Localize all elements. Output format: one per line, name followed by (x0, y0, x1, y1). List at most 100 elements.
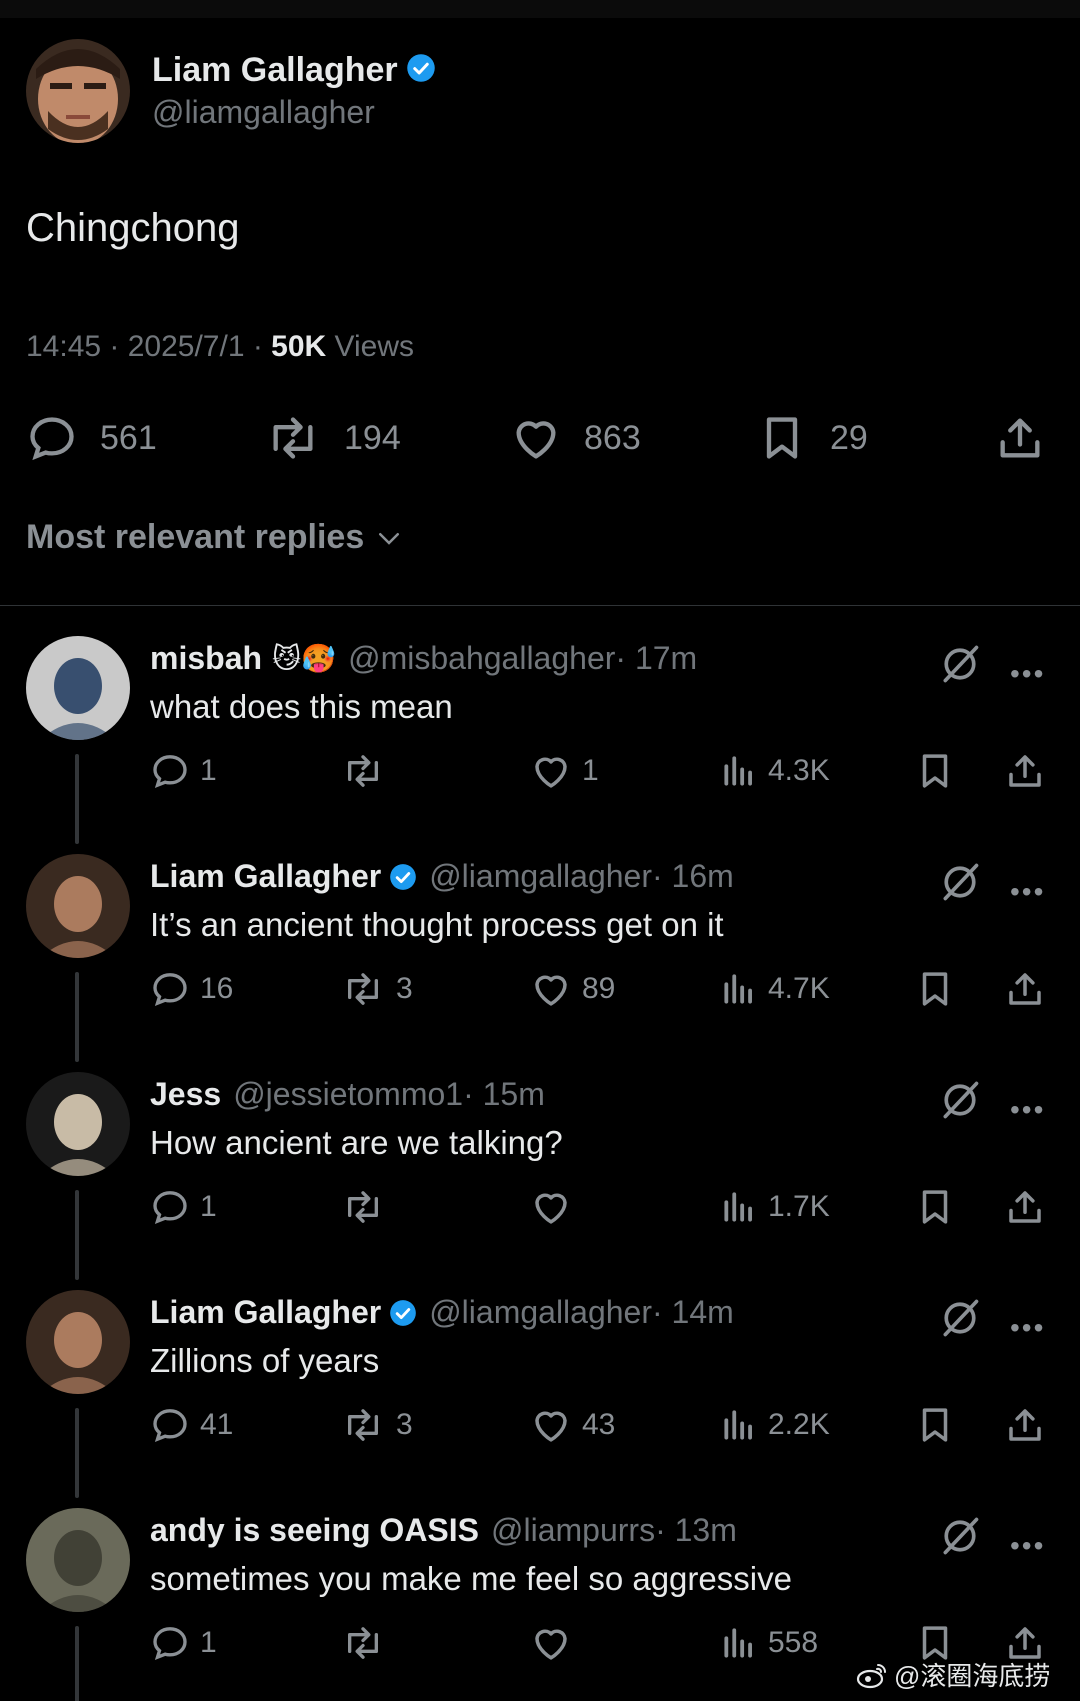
divider (0, 605, 1080, 606)
reply-author-name[interactable]: misbah (150, 640, 262, 677)
reply-author-handle[interactable]: @liamgallagher (429, 858, 652, 895)
repost-button[interactable]: 194 (264, 408, 401, 468)
reply-button[interactable]: 16 (150, 966, 233, 1012)
like-button[interactable]: 89 (530, 966, 615, 1012)
reply-count: 41 (200, 1408, 234, 1441)
more-icon[interactable]: ••• (1010, 1094, 1045, 1126)
like-count: 43 (582, 1408, 616, 1441)
bookmark-button[interactable] (914, 748, 956, 794)
reply-time[interactable]: · 17m (615, 640, 697, 677)
avatar[interactable] (26, 1072, 130, 1176)
reply-button[interactable]: 1 (150, 1620, 217, 1666)
reply-author-handle[interactable]: @misbahgallagher (348, 640, 615, 677)
share-button[interactable] (1004, 1402, 1046, 1448)
reply-button[interactable]: 561 (26, 408, 157, 468)
like-button[interactable] (530, 1184, 582, 1230)
repost-button[interactable]: 3 (340, 1402, 413, 1448)
views-count: 1.7K (768, 1190, 830, 1223)
like-icon (530, 1404, 572, 1446)
views-button[interactable]: 4.7K (720, 966, 830, 1012)
like-button[interactable]: 43 (530, 1402, 615, 1448)
reply-author-name[interactable]: Liam Gallagher (150, 1294, 381, 1331)
name-emoji: 😼🥵 (272, 643, 337, 674)
bookmark-button[interactable]: 29 (756, 408, 868, 468)
avatar[interactable] (26, 1290, 130, 1394)
reply-time[interactable]: · 16m (652, 858, 734, 895)
like-icon (530, 968, 572, 1010)
reply-count: 1 (200, 1626, 217, 1659)
status-strip (0, 0, 1080, 18)
reply-item[interactable]: Liam Gallagher @liamgallagher · 16m It’s a… (0, 854, 1080, 1072)
reply-text: what does this mean (150, 688, 453, 725)
avatar[interactable] (26, 39, 130, 143)
views-count: 50K (271, 330, 327, 363)
avatar[interactable] (26, 1508, 130, 1612)
reply-count: 1 (200, 1190, 217, 1223)
tweet-text: Chingchong (26, 206, 240, 250)
repost-icon (340, 969, 386, 1009)
bookmark-icon (914, 750, 956, 792)
reply-time[interactable]: · 13m (655, 1512, 737, 1549)
more-icon[interactable]: ••• (1010, 658, 1045, 690)
reply-button[interactable]: 1 (150, 1184, 217, 1230)
reply-item[interactable]: misbah 😼🥵 @misbahgallagher · 17m what does … (0, 636, 1080, 854)
avatar[interactable] (26, 636, 130, 740)
like-count: 863 (584, 418, 641, 457)
share-button[interactable] (994, 408, 1046, 468)
views-button[interactable]: 2.2K (720, 1402, 830, 1448)
views-button[interactable]: 1.7K (720, 1184, 830, 1230)
avatar[interactable] (26, 854, 130, 958)
share-button[interactable] (1004, 966, 1046, 1012)
reply-author-handle[interactable]: @jessietommo1 (233, 1076, 463, 1113)
reply-item[interactable]: Liam Gallagher @liamgallagher · 14m Zillio… (0, 1290, 1080, 1508)
grok-icon[interactable] (938, 1514, 982, 1563)
bookmark-button[interactable] (914, 1402, 956, 1448)
reply-author-handle[interactable]: @liamgallagher (429, 1294, 652, 1331)
reply-author-name[interactable]: Liam Gallagher (150, 858, 381, 895)
reply-action-bar: 41 3 43 2.2K (150, 1402, 1050, 1448)
more-icon[interactable]: ••• (1010, 876, 1045, 908)
grok-icon[interactable] (938, 1296, 982, 1345)
bookmark-icon (914, 1404, 956, 1446)
repost-button[interactable]: 3 (340, 966, 413, 1012)
grok-icon[interactable] (938, 642, 982, 691)
views-button[interactable]: 558 (720, 1620, 818, 1666)
share-button[interactable] (1004, 748, 1046, 794)
reply-author-handle[interactable]: @liampurrs (491, 1512, 655, 1549)
more-icon[interactable]: ••• (1010, 1312, 1045, 1344)
bookmark-button[interactable] (914, 966, 956, 1012)
repost-icon (340, 1405, 386, 1445)
grok-icon[interactable] (938, 860, 982, 909)
tweet-timestamp[interactable]: 14:45 · 2025/7/1 · (26, 330, 271, 363)
like-button[interactable]: 1 (530, 748, 599, 794)
share-button[interactable] (1004, 1184, 1046, 1230)
reply-time[interactable]: · 15m (463, 1076, 545, 1113)
sort-replies-dropdown[interactable]: Most relevant replies (26, 518, 404, 557)
bookmark-icon (914, 968, 956, 1010)
reply-count: 561 (100, 418, 157, 457)
reply-button[interactable]: 41 (150, 1402, 233, 1448)
reply-button[interactable]: 1 (150, 748, 217, 794)
author-handle[interactable]: @liamgallagher (152, 94, 436, 131)
repost-button[interactable] (340, 1620, 396, 1666)
reply-author-name[interactable]: Jess (150, 1076, 221, 1113)
repost-button[interactable] (340, 748, 396, 794)
views-count: 2.2K (768, 1408, 830, 1441)
thread-line (75, 1408, 79, 1498)
reply-count: 1 (200, 754, 217, 787)
watermark-text: @滚圈海底捞 (894, 1661, 1051, 1691)
author-name[interactable]: Liam Gallagher (152, 51, 398, 90)
views-button[interactable]: 4.3K (720, 748, 830, 794)
repost-button[interactable] (340, 1184, 396, 1230)
chevron-down-icon (379, 532, 400, 545)
reply-item[interactable]: Jess @jessietommo1 · 15m How ancient are w… (0, 1072, 1080, 1290)
reply-time[interactable]: · 14m (652, 1294, 734, 1331)
grok-icon[interactable] (938, 1078, 982, 1127)
like-count: 1 (582, 754, 599, 787)
bookmark-button[interactable] (914, 1184, 956, 1230)
views-icon (720, 970, 758, 1008)
reply-author-name[interactable]: andy is seeing OASIS (150, 1512, 479, 1549)
more-icon[interactable]: ••• (1010, 1530, 1045, 1562)
like-button[interactable] (530, 1620, 582, 1666)
like-button[interactable]: 863 (510, 408, 641, 468)
